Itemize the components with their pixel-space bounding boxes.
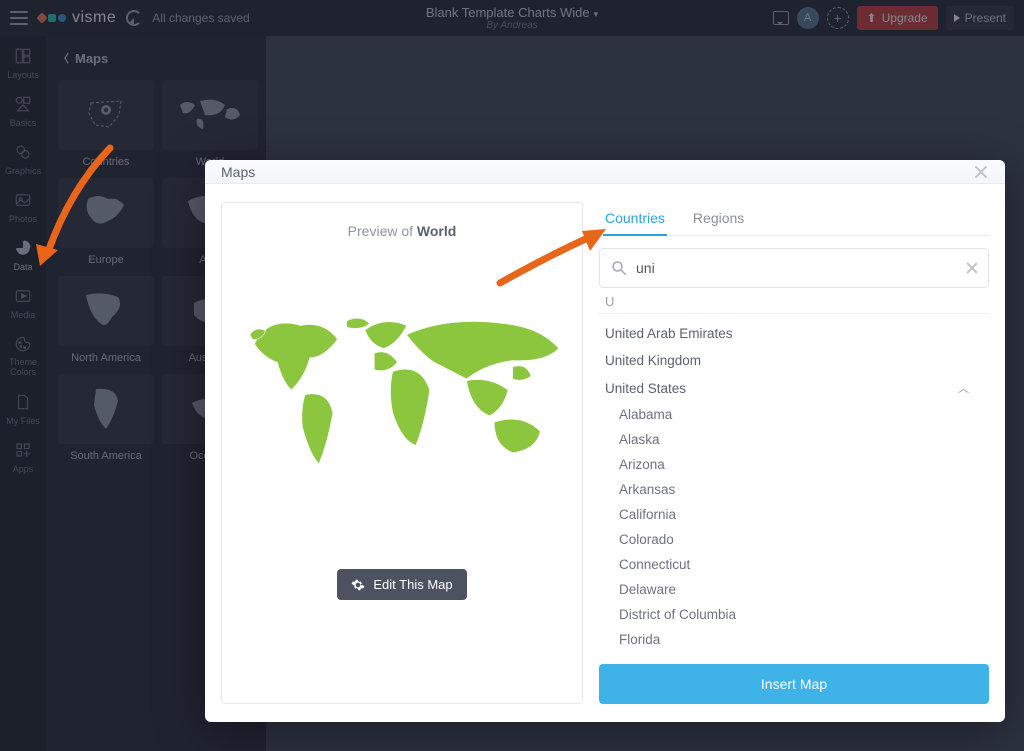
left-rail: Layouts Basics Graphics Photos Data Medi… (0, 36, 46, 751)
map-thumb-countries[interactable]: Countries (58, 80, 154, 168)
doc-title: Blank Template Charts Wide (426, 5, 590, 20)
rail-label: Layouts (7, 70, 39, 80)
rail-item-apps[interactable]: Apps (13, 440, 34, 474)
present-label: Present (965, 11, 1006, 25)
tab-regions[interactable]: Regions (691, 202, 746, 236)
media-icon (13, 286, 33, 306)
brand-logo[interactable]: visme (38, 9, 116, 27)
rail-item-photos[interactable]: Photos (9, 190, 37, 224)
close-icon[interactable] (973, 164, 989, 180)
gear-icon (351, 578, 365, 592)
state-item[interactable]: Arizona (599, 452, 989, 477)
map-thumb-europe[interactable]: Europe (58, 178, 154, 266)
avatar[interactable]: A (797, 7, 819, 29)
chevron-up-icon: ︿ (958, 380, 969, 396)
country-search-input[interactable] (599, 248, 989, 288)
rail-item-layouts[interactable]: Layouts (7, 46, 39, 80)
country-item-us[interactable]: United States ︿ (599, 374, 989, 402)
save-status: All changes saved (152, 11, 249, 25)
state-item[interactable]: Connecticut (599, 552, 989, 577)
upgrade-label: Upgrade (882, 11, 928, 25)
results-list: United Arab Emirates United Kingdom Unit… (599, 320, 989, 652)
chevron-down-icon: ▾ (594, 9, 599, 19)
top-bar: visme All changes saved Blank Template C… (0, 0, 1024, 36)
photos-icon (13, 190, 33, 210)
state-item[interactable]: Colorado (599, 527, 989, 552)
insert-map-button[interactable]: Insert Map (599, 664, 989, 704)
state-item[interactable]: Arkansas (599, 477, 989, 502)
palette-icon (13, 334, 33, 354)
doc-author: By Andreas (426, 20, 598, 31)
state-item[interactable]: Florida (599, 627, 989, 652)
preview-title: Preview of World (348, 223, 457, 239)
rail-label: Graphics (5, 166, 41, 176)
play-icon (954, 14, 960, 22)
rail-item-data[interactable]: Data (13, 238, 33, 272)
upload-icon: ⬆ (867, 11, 877, 25)
undo-icon[interactable] (126, 10, 142, 26)
map-thumb-south-america[interactable]: South America (58, 374, 154, 462)
rail-item-my-files[interactable]: My Files (6, 392, 40, 426)
hamburger-icon[interactable] (10, 11, 28, 25)
add-button[interactable]: + (827, 7, 849, 29)
maps-panel-title: Maps (75, 51, 108, 66)
country-item-uae[interactable]: United Arab Emirates (599, 320, 989, 347)
divider (599, 313, 989, 314)
layouts-icon (13, 46, 33, 66)
basics-icon (13, 94, 33, 114)
rail-label: Apps (13, 464, 34, 474)
state-item[interactable]: California (599, 502, 989, 527)
edit-map-button[interactable]: Edit This Map (337, 569, 466, 600)
search-icon (610, 259, 628, 277)
rail-item-graphics[interactable]: Graphics (5, 142, 41, 176)
world-map-preview (236, 269, 568, 529)
brand-name: visme (72, 9, 116, 27)
map-preview-panel: Preview of World (221, 202, 583, 704)
rail-label: Media (11, 310, 36, 320)
comments-icon[interactable] (773, 11, 789, 25)
country-item-uk[interactable]: United Kingdom (599, 347, 989, 374)
rail-label: Theme Colors (0, 358, 46, 378)
state-item[interactable]: Delaware (599, 577, 989, 602)
data-icon (13, 238, 33, 258)
graphics-icon (13, 142, 33, 162)
maps-modal: Maps Preview of World (205, 160, 1005, 722)
rail-label: Photos (9, 214, 37, 224)
edit-map-label: Edit This Map (373, 577, 452, 592)
state-item[interactable]: Alabama (599, 402, 989, 427)
clear-icon[interactable] (966, 262, 978, 274)
apps-icon (13, 440, 33, 460)
doc-title-block[interactable]: Blank Template Charts Wide ▾ By Andreas (426, 5, 598, 31)
map-thumb-world[interactable]: World (162, 80, 258, 168)
rail-label: Data (13, 262, 32, 272)
modal-header: Maps (205, 160, 1005, 184)
chevron-left-icon: 〈 (58, 50, 69, 66)
rail-label: My Files (6, 416, 40, 426)
selector-tabs: Countries Regions (599, 202, 989, 236)
rail-item-basics[interactable]: Basics (10, 94, 37, 128)
rail-item-theme-colors[interactable]: Theme Colors (0, 334, 46, 378)
files-icon (13, 392, 33, 412)
state-item[interactable]: Alaska (599, 427, 989, 452)
tab-countries[interactable]: Countries (603, 202, 667, 236)
upgrade-button[interactable]: ⬆ Upgrade (857, 6, 938, 30)
country-selector: Countries Regions U United Arab Emirates… (599, 202, 989, 704)
rail-label: Basics (10, 118, 37, 128)
group-letter: U (605, 294, 989, 309)
map-thumb-north-america[interactable]: North America (58, 276, 154, 364)
present-button[interactable]: Present (946, 6, 1014, 30)
search-field[interactable] (636, 260, 958, 276)
modal-title: Maps (221, 164, 255, 180)
rail-item-media[interactable]: Media (11, 286, 36, 320)
state-item[interactable]: District of Columbia (599, 602, 989, 627)
maps-panel-back[interactable]: 〈 Maps (58, 50, 254, 66)
